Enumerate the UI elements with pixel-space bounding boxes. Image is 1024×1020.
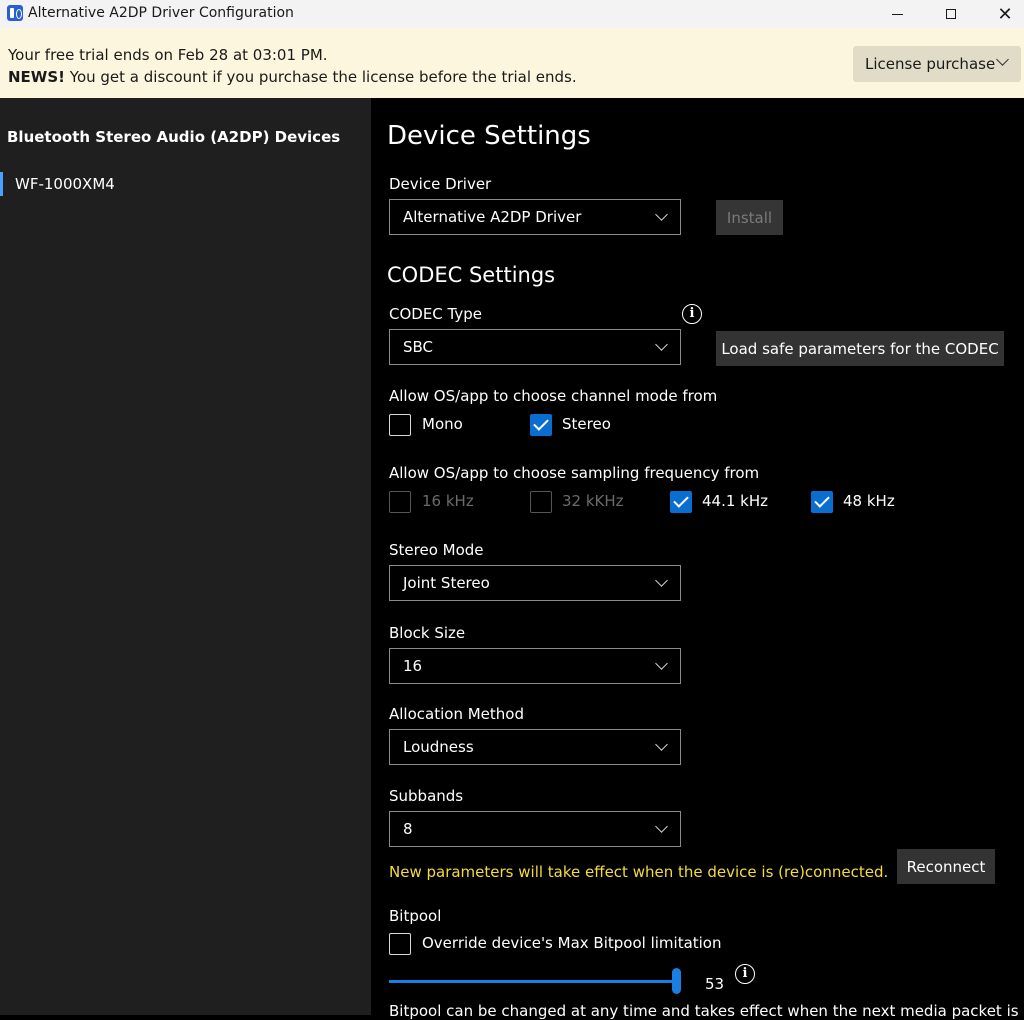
sampling-label: Allow OS/app to choose sampling frequenc… [389,464,760,482]
info-icon[interactable]: i [682,304,702,324]
44khz-label: 44.1 kHz [702,492,769,510]
driver-value: Alternative A2DP Driver [403,208,582,226]
trial-message: Your free trial ends on Feb 28 at 03:01 … [8,46,328,64]
48khz-checkbox[interactable] [811,491,833,513]
maximize-button[interactable] [928,0,974,28]
subbands-value: 8 [403,820,413,838]
device-sidebar: Bluetooth Stereo Audio (A2DP) Devices WF… [0,98,371,1015]
override-bitpool-label: Override device's Max Bitpool limitation [422,934,722,952]
stereo-checkbox[interactable] [530,414,552,436]
sidebar-item-device[interactable]: WF-1000XM4 [0,170,371,200]
allocation-select[interactable]: Loudness [389,729,681,765]
device-label: WF-1000XM4 [15,175,115,193]
load-safe-parameters-button[interactable]: Load safe parameters for the CODEC [716,331,1004,366]
allocation-value: Loudness [403,738,474,756]
chevron-down-icon [655,657,668,670]
stereo-mode-label: Stereo Mode [389,541,484,559]
chevron-down-icon [996,53,1009,66]
block-size-select[interactable]: 16 [389,648,681,684]
allocation-label: Allocation Method [389,705,524,723]
driver-label: Device Driver [389,175,492,193]
chevron-down-icon [655,574,668,587]
license-purchase-button[interactable]: License purchase [853,46,1021,82]
16khz-checkbox[interactable] [389,491,411,513]
bluetooth-app-icon [7,5,23,21]
48khz-label: 48 kHz [843,492,895,510]
codec-section-title: CODEC Settings [387,263,556,287]
mono-label: Mono [422,415,463,433]
mono-checkbox[interactable] [389,414,411,436]
override-bitpool-checkbox[interactable] [389,933,411,955]
subbands-label: Subbands [389,787,464,805]
info-icon[interactable]: i [735,964,755,984]
subbands-select[interactable]: 8 [389,811,681,847]
codec-label: CODEC Type [389,305,483,323]
chevron-down-icon [655,820,668,833]
stereo-mode-value: Joint Stereo [403,574,490,592]
news-prefix: NEWS! [8,68,65,86]
minimize-button[interactable] [874,0,920,28]
bitpool-help-text: Bitpool can be changed at any time and t… [389,1002,1019,1020]
bitpool-slider-thumb[interactable] [672,968,681,994]
block-size-label: Block Size [389,624,466,642]
reconnect-button[interactable]: Reconnect [897,849,995,884]
page-title: Device Settings [387,121,591,151]
window-title: Alternative A2DP Driver Configuration [28,5,294,21]
news-text: You get a discount if you purchase the l… [65,68,577,86]
title-bar: Alternative A2DP Driver Configuration ✕ [0,0,1024,28]
install-button[interactable]: Install [716,200,783,235]
minimize-icon [891,13,903,15]
maximize-icon [946,9,956,19]
license-purchase-label: License purchase [865,55,996,73]
close-icon: ✕ [997,3,1013,25]
sidebar-title: Bluetooth Stereo Audio (A2DP) Devices [7,128,341,146]
bitpool-value: 53 [705,975,725,993]
close-button[interactable]: ✕ [982,0,1024,28]
chevron-down-icon [655,208,668,221]
settings-panel: Device Settings Device Driver Alternativ… [371,98,1024,1020]
channel-mode-label: Allow OS/app to choose channel mode from [389,387,718,405]
32khz-checkbox[interactable] [530,491,552,513]
block-size-value: 16 [403,657,423,675]
stereo-label: Stereo [562,415,611,433]
codec-select[interactable]: SBC [389,329,681,365]
bitpool-slider-track[interactable] [389,980,681,983]
trial-banner: Your free trial ends on Feb 28 at 03:01 … [0,28,1024,98]
44khz-checkbox[interactable] [670,491,692,513]
chevron-down-icon [655,738,668,751]
selection-indicator [0,172,3,196]
32khz-label: 32 kKHz [562,492,624,510]
bitpool-label: Bitpool [389,907,442,925]
codec-value: SBC [403,338,434,356]
driver-select[interactable]: Alternative A2DP Driver [389,199,681,235]
16khz-label: 16 kHz [422,492,474,510]
reconnect-notice: New parameters will take effect when the… [389,863,889,881]
chevron-down-icon [655,338,668,351]
bitpool-slider-fill [389,980,681,983]
stereo-mode-select[interactable]: Joint Stereo [389,565,681,601]
news-message: NEWS! You get a discount if you purchase… [8,68,577,86]
